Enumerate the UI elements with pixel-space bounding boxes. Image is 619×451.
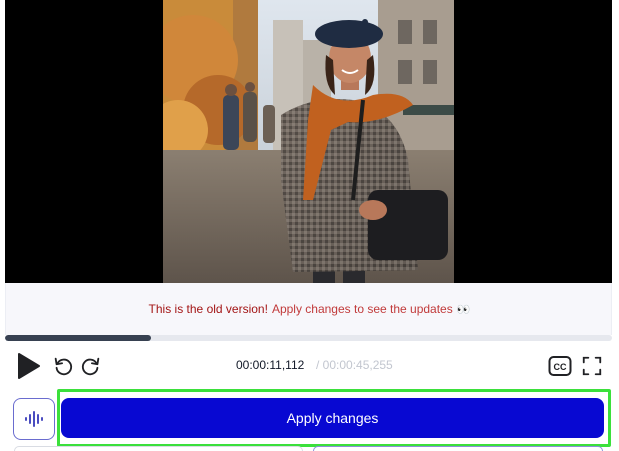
video-player[interactable] [5, 0, 612, 283]
total-duration: / 00:00:45,255 [316, 358, 393, 372]
play-button[interactable] [13, 351, 43, 381]
forward-icon [81, 357, 100, 376]
notice-hint-text: Apply changes to see the updates [271, 302, 453, 316]
apply-changes-button[interactable]: Apply changes [61, 398, 604, 438]
video-editor-panel: This is the old version! Apply changes t… [0, 0, 619, 451]
rewind-button[interactable] [51, 354, 75, 378]
old-version-notice: This is the old version! Apply changes t… [5, 283, 612, 335]
notice-warning-text: This is the old version! [148, 302, 268, 316]
waveform-button[interactable] [13, 398, 55, 440]
eyes-emoji: 👀 [456, 303, 471, 316]
bottom-right-control[interactable] [313, 446, 603, 451]
player-controls: 00:00:11,112 / 00:00:45,255 CC [0, 345, 619, 387]
bottom-left-control[interactable] [14, 446, 303, 451]
captions-button[interactable]: CC [547, 354, 573, 378]
video-thumbnail [163, 0, 454, 283]
fullscreen-icon [582, 356, 602, 376]
current-time: 00:00:11,112 [236, 358, 305, 372]
play-icon [18, 353, 40, 379]
rewind-icon [54, 357, 73, 376]
forward-button[interactable] [79, 354, 103, 378]
closed-captions-icon: CC [548, 356, 572, 376]
video-frame [163, 0, 454, 283]
fullscreen-button[interactable] [580, 354, 604, 378]
waveform-icon [25, 411, 43, 427]
playback-progress[interactable] [5, 335, 612, 341]
progress-fill [5, 335, 151, 341]
cc-label: CC [554, 362, 567, 372]
